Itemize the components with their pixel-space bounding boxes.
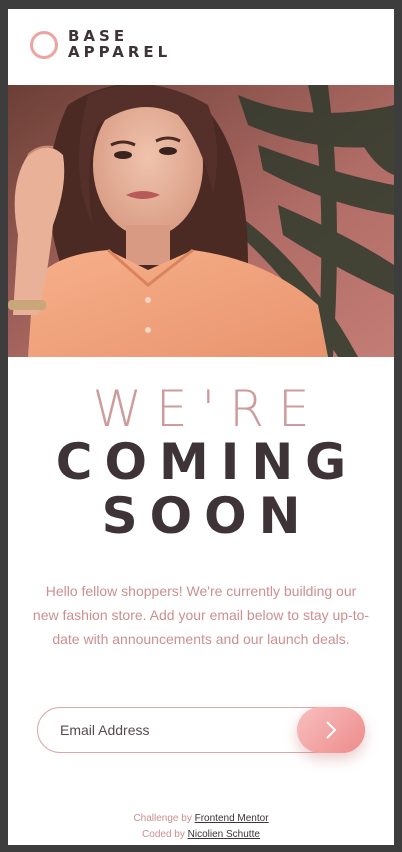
- header: BASE APPAREL: [8, 9, 394, 85]
- footer: Challenge by Frontend Mentor Coded by Ni…: [8, 811, 394, 843]
- headline-bold-2: SOON: [101, 487, 313, 545]
- headline-bold-1: COMING: [55, 433, 359, 491]
- headline: WE'RE COMING SOON: [8, 383, 394, 543]
- hero-photo-illustration: [8, 85, 394, 357]
- challenge-prefix: Challenge by: [133, 813, 192, 824]
- chevron-right-icon: [326, 721, 337, 739]
- logo-line-1: BASE: [68, 27, 129, 45]
- headline-light: WE'RE: [92, 380, 324, 438]
- coded-link[interactable]: Nicolien Schutte: [188, 829, 260, 840]
- attribution-coded: Coded by Nicolien Schutte: [8, 827, 394, 843]
- hero-image: [8, 85, 394, 357]
- challenge-link[interactable]: Frontend Mentor: [195, 813, 269, 824]
- email-input[interactable]: [60, 708, 290, 752]
- attribution-challenge: Challenge by Frontend Mentor: [8, 811, 394, 827]
- coded-prefix: Coded by: [142, 829, 185, 840]
- logo-ring-icon: [30, 31, 58, 59]
- description: Hello fellow shoppers! We're currently b…: [32, 583, 370, 647]
- email-form: [37, 707, 365, 753]
- logo-line-2: APPAREL: [68, 43, 172, 61]
- main-content: WE'RE COMING SOON Hello fellow shoppers!…: [8, 357, 394, 651]
- page-frame: BASE APPAREL WE'RE COMING SOON Hello fel…: [8, 9, 394, 845]
- logo[interactable]: BASE APPAREL: [68, 28, 171, 60]
- submit-button[interactable]: [297, 707, 365, 753]
